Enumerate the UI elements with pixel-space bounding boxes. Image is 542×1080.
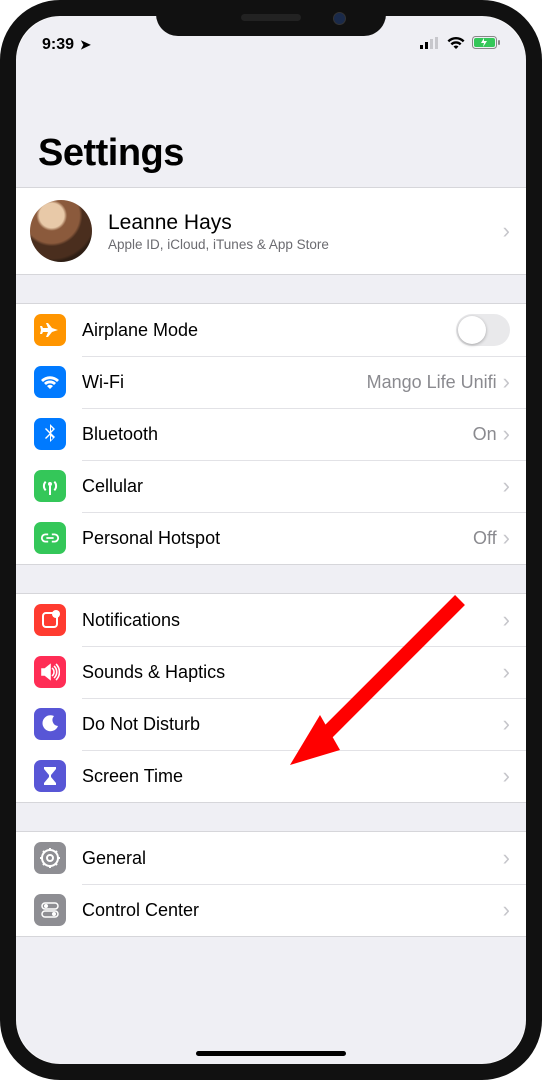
gear-icon (34, 842, 66, 874)
chevron-right-icon: › (503, 369, 510, 395)
row-value: Off (473, 528, 497, 549)
apple-id-row[interactable]: Leanne Hays Apple ID, iCloud, iTunes & A… (16, 188, 526, 274)
antenna-icon (34, 470, 66, 502)
cellular-row[interactable]: Cellular › (16, 460, 526, 512)
chevron-right-icon: › (503, 218, 510, 244)
wifi-status-icon (446, 33, 466, 58)
row-label: Personal Hotspot (82, 528, 473, 549)
chevron-right-icon: › (503, 659, 510, 685)
row-label: Airplane Mode (82, 320, 456, 341)
chevron-right-icon: › (503, 525, 510, 551)
airplane-toggle[interactable] (456, 314, 510, 346)
battery-icon (472, 36, 500, 54)
wifi-row[interactable]: Wi-Fi Mango Life Unifi › (16, 356, 526, 408)
system-group: General › Control Center › (16, 831, 526, 937)
connectivity-group: Airplane Mode Wi-Fi Mango Life Unifi › B… (16, 303, 526, 565)
cellular-signal-icon (420, 33, 440, 58)
personal-hotspot-row[interactable]: Personal Hotspot Off › (16, 512, 526, 564)
moon-icon (34, 708, 66, 740)
toggles-icon (34, 894, 66, 926)
screen: 9:39 ➤ Settings Leanne Hays Apple ID, iC… (16, 16, 526, 1064)
row-label: Notifications (82, 610, 503, 631)
row-label: Do Not Disturb (82, 714, 503, 735)
device-notch (156, 0, 386, 36)
location-services-icon: ➤ (80, 37, 91, 53)
row-value: Mango Life Unifi (367, 372, 497, 393)
home-indicator[interactable] (196, 1051, 346, 1056)
screen-time-row[interactable]: Screen Time › (16, 750, 526, 802)
row-label: Control Center (82, 900, 503, 921)
chevron-right-icon: › (503, 421, 510, 447)
row-label: Cellular (82, 476, 503, 497)
hourglass-icon (34, 760, 66, 792)
row-label: Wi-Fi (82, 372, 367, 393)
chevron-right-icon: › (503, 845, 510, 871)
page-title: Settings (16, 62, 526, 187)
airplane-mode-row[interactable]: Airplane Mode (16, 304, 526, 356)
chevron-right-icon: › (503, 473, 510, 499)
chevron-right-icon: › (503, 763, 510, 789)
chevron-right-icon: › (503, 607, 510, 633)
row-label: Sounds & Haptics (82, 662, 503, 683)
row-label: Screen Time (82, 766, 503, 787)
airplane-icon (34, 314, 66, 346)
sounds-haptics-row[interactable]: Sounds & Haptics › (16, 646, 526, 698)
general-row[interactable]: General › (16, 832, 526, 884)
bluetooth-icon (34, 418, 66, 450)
bell-icon (34, 604, 66, 636)
speaker-icon (34, 656, 66, 688)
row-value: On (473, 424, 497, 445)
chevron-right-icon: › (503, 711, 510, 737)
avatar (30, 200, 92, 262)
wifi-icon (34, 366, 66, 398)
profile-group: Leanne Hays Apple ID, iCloud, iTunes & A… (16, 187, 526, 275)
chevron-right-icon: › (503, 897, 510, 923)
bluetooth-row[interactable]: Bluetooth On › (16, 408, 526, 460)
profile-name: Leanne Hays (108, 211, 503, 235)
notifications-row[interactable]: Notifications › (16, 594, 526, 646)
profile-subtitle: Apple ID, iCloud, iTunes & App Store (108, 237, 503, 252)
status-time: 9:39 (42, 36, 74, 54)
link-icon (34, 522, 66, 554)
row-label: Bluetooth (82, 424, 473, 445)
control-center-row[interactable]: Control Center › (16, 884, 526, 936)
do-not-disturb-row[interactable]: Do Not Disturb › (16, 698, 526, 750)
row-label: General (82, 848, 503, 869)
attention-group: Notifications › Sounds & Haptics › Do No… (16, 593, 526, 803)
